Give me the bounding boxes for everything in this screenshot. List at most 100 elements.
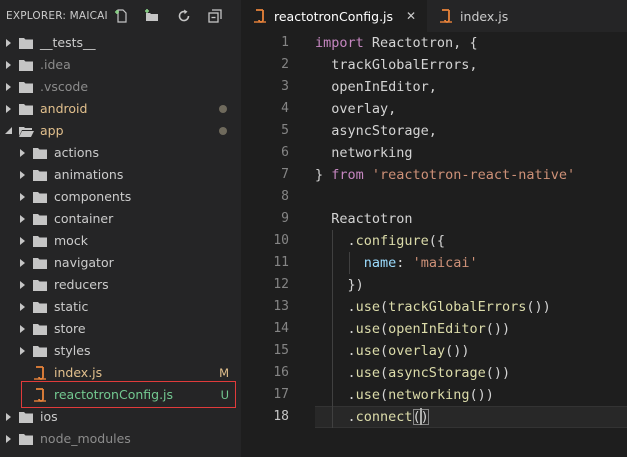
tree-folder-item[interactable]: static	[0, 296, 241, 318]
tab-label: index.js	[460, 8, 509, 24]
line-number: 11	[273, 255, 289, 270]
file-tree: __tests__ .idea .vscode android app actions an…	[0, 32, 241, 450]
code-line[interactable]: 10 .configure({	[241, 230, 627, 252]
line-number: 16	[273, 365, 289, 380]
code-line[interactable]: 16 .use(asyncStorage())	[241, 362, 627, 384]
tree-folder-item[interactable]: app	[0, 120, 241, 142]
tree-folder-item[interactable]: __tests__	[0, 32, 241, 54]
chevron-right-icon[interactable]	[18, 324, 28, 334]
editor-tabs: reactotronConfig.js ✕ index.js	[241, 0, 627, 32]
code-token-identifier: asyncStorage,	[315, 123, 437, 139]
code-token-method: networking	[388, 387, 470, 403]
code-text: openInEditor,	[315, 76, 437, 98]
chevron-right-icon[interactable]	[4, 104, 14, 114]
folder-icon	[19, 412, 33, 423]
tab-reactotronconfig[interactable]: reactotronConfig.js ✕	[241, 0, 428, 32]
code-token-method: use	[355, 343, 381, 359]
tree-folder-item[interactable]: store	[0, 318, 241, 340]
code-token-identifier: ())	[445, 343, 470, 359]
tree-folder-item[interactable]: components	[0, 186, 241, 208]
line-number: 15	[273, 343, 289, 358]
code-text: networking	[315, 142, 412, 164]
collapse-all-button[interactable]	[207, 8, 223, 24]
folder-icon	[33, 258, 47, 269]
line-number: 5	[281, 123, 289, 138]
code-line[interactable]: 7} from 'reactotron-react-native'	[241, 164, 627, 186]
code-text: })	[315, 274, 364, 296]
new-file-button[interactable]	[114, 8, 130, 24]
code-line[interactable]: 3 openInEditor,	[241, 76, 627, 98]
tree-item-label: static	[54, 299, 89, 314]
code-line[interactable]: 2 trackGlobalErrors,	[241, 54, 627, 76]
code-text: name: 'maicai'	[315, 252, 478, 274]
chevron-right-icon[interactable]	[18, 148, 28, 158]
code-line[interactable]: 9 Reactotron	[241, 208, 627, 230]
code-token-identifier: .	[315, 343, 356, 359]
code-token-identifier: Reactotron	[315, 211, 413, 227]
chevron-right-icon[interactable]	[18, 280, 28, 290]
code-editor[interactable]: 1 import Reactotron, {2 trackGlobalErrors…	[241, 32, 627, 457]
refresh-button[interactable]	[176, 8, 192, 24]
tree-folder-item[interactable]: ios	[0, 406, 241, 428]
chevron-right-icon[interactable]	[18, 170, 28, 180]
folder-icon	[19, 60, 33, 71]
code-line[interactable]: 18 .connect()	[241, 406, 627, 428]
code-line[interactable]: 5 asyncStorage,	[241, 120, 627, 142]
line-number: 12	[273, 277, 289, 292]
chevron-right-icon[interactable]	[18, 214, 28, 224]
code-text: .use(openInEditor())	[315, 318, 511, 340]
tab-index[interactable]: index.js	[427, 0, 538, 32]
code-token-identifier: })	[315, 277, 364, 293]
close-icon[interactable]: ✕	[405, 9, 417, 23]
tree-file-item[interactable]: index.js M	[0, 362, 241, 384]
tree-item-label: index.js	[54, 365, 103, 380]
refresh-icon	[178, 9, 190, 22]
chevron-right-icon[interactable]	[4, 82, 14, 92]
chevron-right-icon[interactable]	[18, 192, 28, 202]
code-line[interactable]: 8	[241, 186, 627, 208]
code-token-identifier: (	[380, 387, 389, 403]
tree-folder-item[interactable]: reducers	[0, 274, 241, 296]
tree-folder-item[interactable]: animations	[0, 164, 241, 186]
chevron-right-icon[interactable]	[4, 38, 14, 48]
chevron-right-icon[interactable]	[18, 258, 28, 268]
tree-folder-item[interactable]: .vscode	[0, 76, 241, 98]
tree-folder-item[interactable]: styles	[0, 340, 241, 362]
tree-folder-item[interactable]: container	[0, 208, 241, 230]
tree-folder-item[interactable]: .idea	[0, 54, 241, 76]
tree-folder-item[interactable]: navigator	[0, 252, 241, 274]
code-line[interactable]: 1 import Reactotron, {	[241, 32, 627, 54]
code-line[interactable]: 13 .use(trackGlobalErrors())	[241, 296, 627, 318]
code-token-identifier: (	[380, 299, 389, 315]
code-token-identifier: trackGlobalErrors,	[315, 57, 478, 73]
code-token-string: 'maicai'	[412, 255, 478, 271]
code-token-identifier: ())	[469, 387, 494, 403]
code-token-identifier	[364, 167, 372, 183]
chevron-down-icon[interactable]	[4, 126, 14, 136]
code-token-method: configure	[355, 233, 429, 249]
code-text: .use(overlay())	[315, 340, 470, 362]
chevron-right-icon[interactable]	[18, 346, 28, 356]
chevron-right-icon[interactable]	[4, 60, 14, 70]
code-line[interactable]: 11 name: 'maicai'	[241, 252, 627, 274]
new-file-icon	[115, 9, 127, 23]
code-line[interactable]: 4 overlay,	[241, 98, 627, 120]
tree-folder-item[interactable]: android	[0, 98, 241, 120]
chevron-right-icon[interactable]	[18, 236, 28, 246]
tree-folder-item[interactable]: mock	[0, 230, 241, 252]
code-line[interactable]: 14 .use(openInEditor())	[241, 318, 627, 340]
code-line[interactable]: 12 })	[241, 274, 627, 296]
chevron-right-icon[interactable]	[18, 302, 28, 312]
code-line[interactable]: 15 .use(overlay())	[241, 340, 627, 362]
chevron-right-icon[interactable]	[4, 434, 14, 444]
tree-item-label: node_modules	[40, 431, 131, 446]
code-token-method: trackGlobalErrors	[388, 299, 527, 315]
line-number: 3	[281, 79, 289, 94]
code-line[interactable]: 6 networking	[241, 142, 627, 164]
tree-file-item[interactable]: reactotronConfig.js U	[0, 384, 241, 406]
tree-folder-item[interactable]: actions	[0, 142, 241, 164]
chevron-right-icon[interactable]	[4, 412, 14, 422]
new-folder-button[interactable]	[144, 8, 160, 24]
code-line[interactable]: 17 .use(networking())	[241, 384, 627, 406]
tree-folder-item[interactable]: node_modules	[0, 428, 241, 450]
